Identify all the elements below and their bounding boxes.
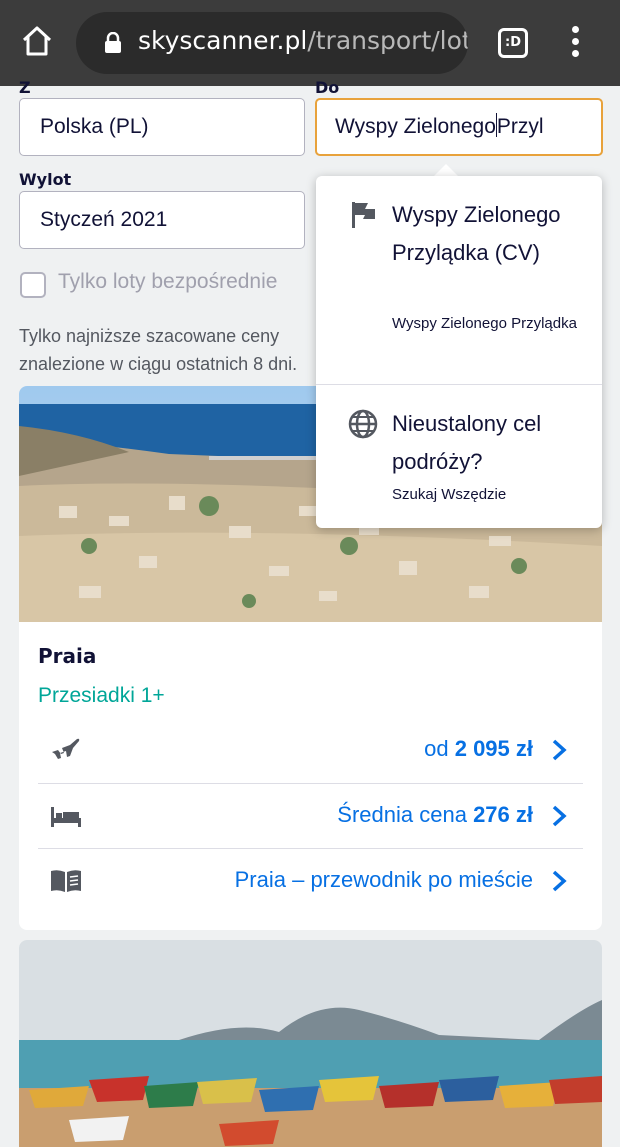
flight-price-value: 2 095 zł — [454, 736, 533, 761]
to-input[interactable]: Wyspy ZielonegoPrzyl — [315, 98, 603, 156]
direct-only-checkbox[interactable] — [20, 272, 46, 298]
city-guide-label: Praia – przewodnik po mieście — [234, 867, 533, 892]
url-host: skyscanner.pl — [138, 26, 308, 55]
depart-input[interactable]: Styczeń 2021 — [19, 191, 305, 249]
from-input[interactable]: Polska (PL) — [19, 98, 305, 156]
city-guide-text: Praia – przewodnik po mieście — [235, 867, 533, 893]
home-icon[interactable] — [20, 24, 54, 58]
url-path: /transport/loty — [307, 26, 468, 55]
price-info-text: Tylko najniższe szacowane ceny znalezion… — [19, 326, 298, 374]
to-label: Do — [315, 78, 340, 97]
suggestion-subtitle: Szukaj Wszędzie — [392, 486, 507, 503]
destination-card[interactable] — [19, 940, 602, 1147]
lock-icon — [105, 32, 121, 53]
flag-icon — [352, 202, 375, 228]
destination-suggestions: Wyspy Zielonego Przylądka (CV) Wyspy Zie… — [316, 176, 602, 528]
to-input-value-end: Przyl — [496, 115, 544, 138]
book-icon — [51, 870, 81, 892]
depart-label: Wylot — [19, 170, 72, 189]
flight-price-text: od 2 095 zł — [424, 736, 533, 762]
more-menu-icon[interactable] — [570, 26, 580, 60]
suggestion-subtitle: Wyspy Zielonego Przylądka — [392, 315, 577, 332]
globe-icon — [348, 409, 378, 439]
chevron-right-icon — [552, 805, 567, 827]
address-bar[interactable]: skyscanner.pl/transport/loty — [76, 12, 468, 74]
suggestion-title: Wyspy Zielonego Przylądka (CV) — [392, 202, 561, 265]
bed-icon — [51, 807, 81, 827]
destination-photo — [19, 940, 602, 1147]
chevron-right-icon — [552, 870, 567, 892]
card-stops: Przesiadki 1+ — [38, 684, 165, 707]
tab-switcher-button[interactable]: :D — [498, 28, 528, 58]
hotel-price-value: 276 zł — [473, 802, 533, 827]
suggestion-everywhere[interactable]: Nieustalony cel podróży? Szukaj Wszędzie — [316, 384, 602, 528]
suggestion-cape-verde[interactable]: Wyspy Zielonego Przylądka (CV) Wyspy Zie… — [316, 176, 602, 384]
hotel-price-prefix: Średnia cena — [337, 802, 474, 827]
suggestion-title: Nieustalony cel podróży? — [392, 411, 542, 474]
plane-icon — [52, 738, 80, 759]
url-text: skyscanner.pl/transport/loty — [138, 26, 468, 55]
hotel-price-row[interactable]: Średnia cena 276 zł — [38, 783, 583, 847]
browser-toolbar: skyscanner.pl/transport/loty :D — [0, 0, 620, 86]
hotel-price-text: Średnia cena 276 zł — [337, 802, 533, 828]
flight-price-prefix: od — [424, 736, 455, 761]
chevron-right-icon — [552, 739, 567, 761]
to-input-value-start: Wyspy Zielonego — [335, 115, 496, 138]
flight-price-row[interactable]: od 2 095 zł — [38, 718, 583, 782]
city-guide-row[interactable]: Praia – przewodnik po mieście — [38, 848, 583, 912]
card-city-name: Praia — [38, 644, 97, 668]
from-label: Z — [19, 78, 31, 97]
direct-only-label[interactable]: Tylko loty bezpośrednie — [58, 270, 277, 294]
